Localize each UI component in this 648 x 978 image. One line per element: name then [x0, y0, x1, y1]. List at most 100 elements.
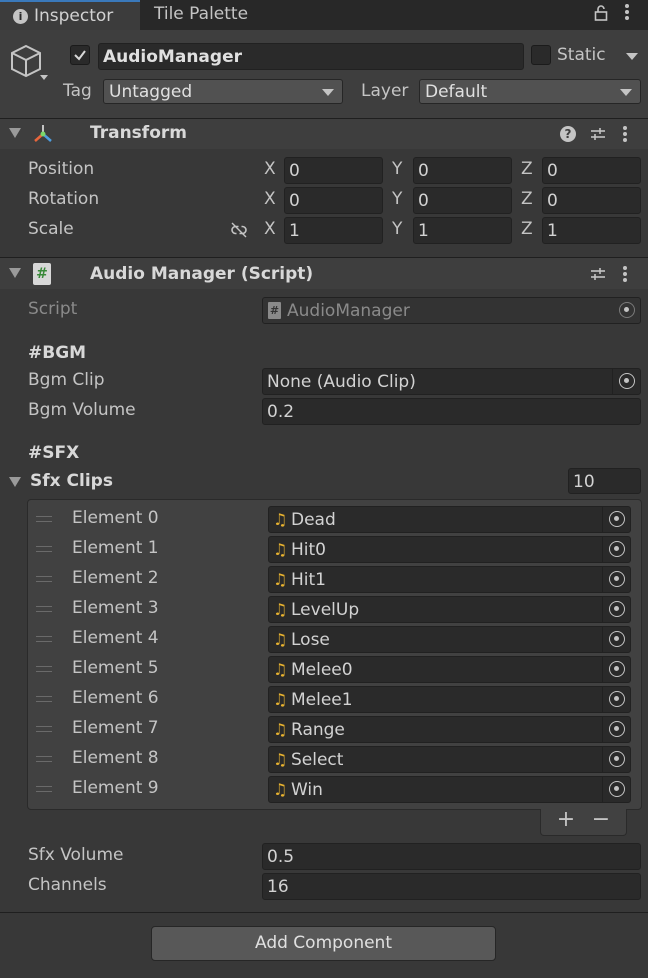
- element-clip-value: Hit1: [291, 570, 326, 590]
- element-clip-field[interactable]: Lose: [268, 626, 631, 653]
- element-clip-field[interactable]: Dead: [268, 506, 631, 533]
- scale-label: Scale: [28, 219, 74, 239]
- object-picker-icon[interactable]: [609, 661, 625, 677]
- channels-label: Channels: [28, 875, 107, 895]
- element-clip-field[interactable]: LevelUp: [268, 596, 631, 623]
- add-component-button[interactable]: Add Component: [151, 926, 496, 961]
- element-clip-field[interactable]: Melee0: [268, 656, 631, 683]
- sfx-clips-count-input[interactable]: 10: [568, 468, 641, 494]
- script-foldout-icon[interactable]: [9, 268, 21, 278]
- remove-element-button[interactable]: −: [590, 807, 612, 832]
- position-z-input[interactable]: 0: [542, 157, 641, 184]
- object-picker-icon[interactable]: [609, 601, 625, 617]
- axis-y-label: Y: [392, 189, 403, 209]
- audio-clip-icon: ♫: [273, 690, 288, 709]
- element-clip-value: Select: [291, 750, 344, 770]
- sfx-volume-input[interactable]: 0.5: [262, 843, 641, 870]
- rotation-y-input[interactable]: 0: [413, 187, 512, 214]
- object-picker-icon[interactable]: [609, 571, 625, 587]
- axis-x-label: X: [264, 159, 276, 179]
- axis-z-label: Z: [521, 189, 533, 209]
- drag-handle-icon[interactable]: [36, 726, 52, 732]
- gameobject-cube-icon[interactable]: [8, 42, 52, 86]
- position-y-input[interactable]: 0: [413, 157, 512, 184]
- chevron-down-icon: [322, 89, 334, 96]
- element-clip-field[interactable]: Hit0: [268, 536, 631, 563]
- list-footer: [540, 809, 627, 836]
- object-picker-icon[interactable]: [609, 691, 625, 707]
- layer-dropdown[interactable]: Default: [419, 79, 641, 104]
- element-label: Element 7: [72, 718, 159, 738]
- static-dropdown-icon[interactable]: [626, 53, 638, 60]
- sfx-clips-foldout-icon[interactable]: [9, 477, 21, 487]
- element-clip-field[interactable]: Select: [268, 746, 631, 773]
- divider: [0, 912, 648, 913]
- drag-handle-icon[interactable]: [36, 696, 52, 702]
- transform-title: Transform: [90, 123, 187, 143]
- bgm-volume-input[interactable]: 0.2: [262, 398, 641, 425]
- layer-dropdown-value: Default: [425, 82, 488, 102]
- element-label: Element 2: [72, 568, 159, 588]
- component-menu-icon[interactable]: [622, 125, 632, 145]
- info-icon: i: [13, 9, 28, 24]
- position-x-input[interactable]: 0: [284, 157, 383, 184]
- element-clip-field[interactable]: Melee1: [268, 686, 631, 713]
- object-picker-icon[interactable]: [609, 541, 625, 557]
- presets-icon[interactable]: [589, 125, 607, 143]
- scale-y-input[interactable]: 1: [413, 217, 512, 244]
- element-clip-field[interactable]: Range: [268, 716, 631, 743]
- bgm-volume-label: Bgm Volume: [28, 400, 136, 420]
- object-picker-icon[interactable]: [609, 721, 625, 737]
- drag-handle-icon[interactable]: [36, 546, 52, 552]
- sfx-header: #SFX: [28, 443, 80, 463]
- object-picker-icon[interactable]: [609, 751, 625, 767]
- transform-icon: [31, 122, 55, 146]
- channels-input[interactable]: 16: [262, 873, 641, 900]
- element-label: Element 0: [72, 508, 159, 528]
- rotation-label: Rotation: [28, 189, 100, 209]
- object-picker-icon[interactable]: [609, 631, 625, 647]
- rotation-z-input[interactable]: 0: [542, 187, 641, 214]
- element-clip-field[interactable]: Win: [268, 776, 631, 803]
- script-file-icon: #: [268, 302, 281, 319]
- element-label: Element 8: [72, 748, 159, 768]
- component-menu-icon[interactable]: [622, 265, 632, 285]
- lock-icon[interactable]: [592, 4, 610, 24]
- object-picker-icon: [619, 302, 635, 318]
- scale-x-input[interactable]: 1: [284, 217, 383, 244]
- drag-handle-icon[interactable]: [36, 576, 52, 582]
- rotation-x-input[interactable]: 0: [284, 187, 383, 214]
- drag-handle-icon[interactable]: [36, 786, 52, 792]
- active-checkbox[interactable]: [70, 45, 90, 65]
- bgm-clip-label: Bgm Clip: [28, 370, 105, 390]
- presets-icon[interactable]: [589, 265, 607, 283]
- object-picker-icon[interactable]: [609, 511, 625, 527]
- object-name-input[interactable]: AudioManager: [98, 43, 524, 70]
- tab-inspector[interactable]: i Inspector: [0, 0, 140, 30]
- constrain-proportions-icon[interactable]: [229, 221, 249, 239]
- script-label: Script: [28, 299, 78, 319]
- sfx-volume-label: Sfx Volume: [28, 845, 124, 865]
- element-clip-field[interactable]: Hit1: [268, 566, 631, 593]
- object-picker-icon[interactable]: [619, 373, 635, 389]
- axis-z-label: Z: [521, 159, 533, 179]
- help-icon[interactable]: ?: [560, 126, 576, 142]
- static-checkbox[interactable]: [531, 45, 551, 65]
- element-clip-value: Melee0: [291, 660, 353, 680]
- drag-handle-icon[interactable]: [36, 606, 52, 612]
- tab-menu-icon[interactable]: [620, 3, 634, 25]
- drag-handle-icon[interactable]: [36, 666, 52, 672]
- object-picker-icon[interactable]: [609, 781, 625, 797]
- add-element-button[interactable]: +: [555, 807, 577, 832]
- drag-handle-icon[interactable]: [36, 516, 52, 522]
- drag-handle-icon[interactable]: [36, 636, 52, 642]
- bgm-clip-field[interactable]: None (Audio Clip): [262, 368, 641, 395]
- scale-z-input[interactable]: 1: [542, 217, 641, 244]
- drag-handle-icon[interactable]: [36, 756, 52, 762]
- tab-tile-palette[interactable]: Tile Palette: [140, 0, 280, 30]
- tag-dropdown[interactable]: Untagged: [103, 79, 343, 104]
- element-label: Element 3: [72, 598, 159, 618]
- element-label: Element 1: [72, 538, 159, 558]
- transform-foldout-icon[interactable]: [9, 128, 21, 138]
- bgm-header: #BGM: [28, 343, 87, 363]
